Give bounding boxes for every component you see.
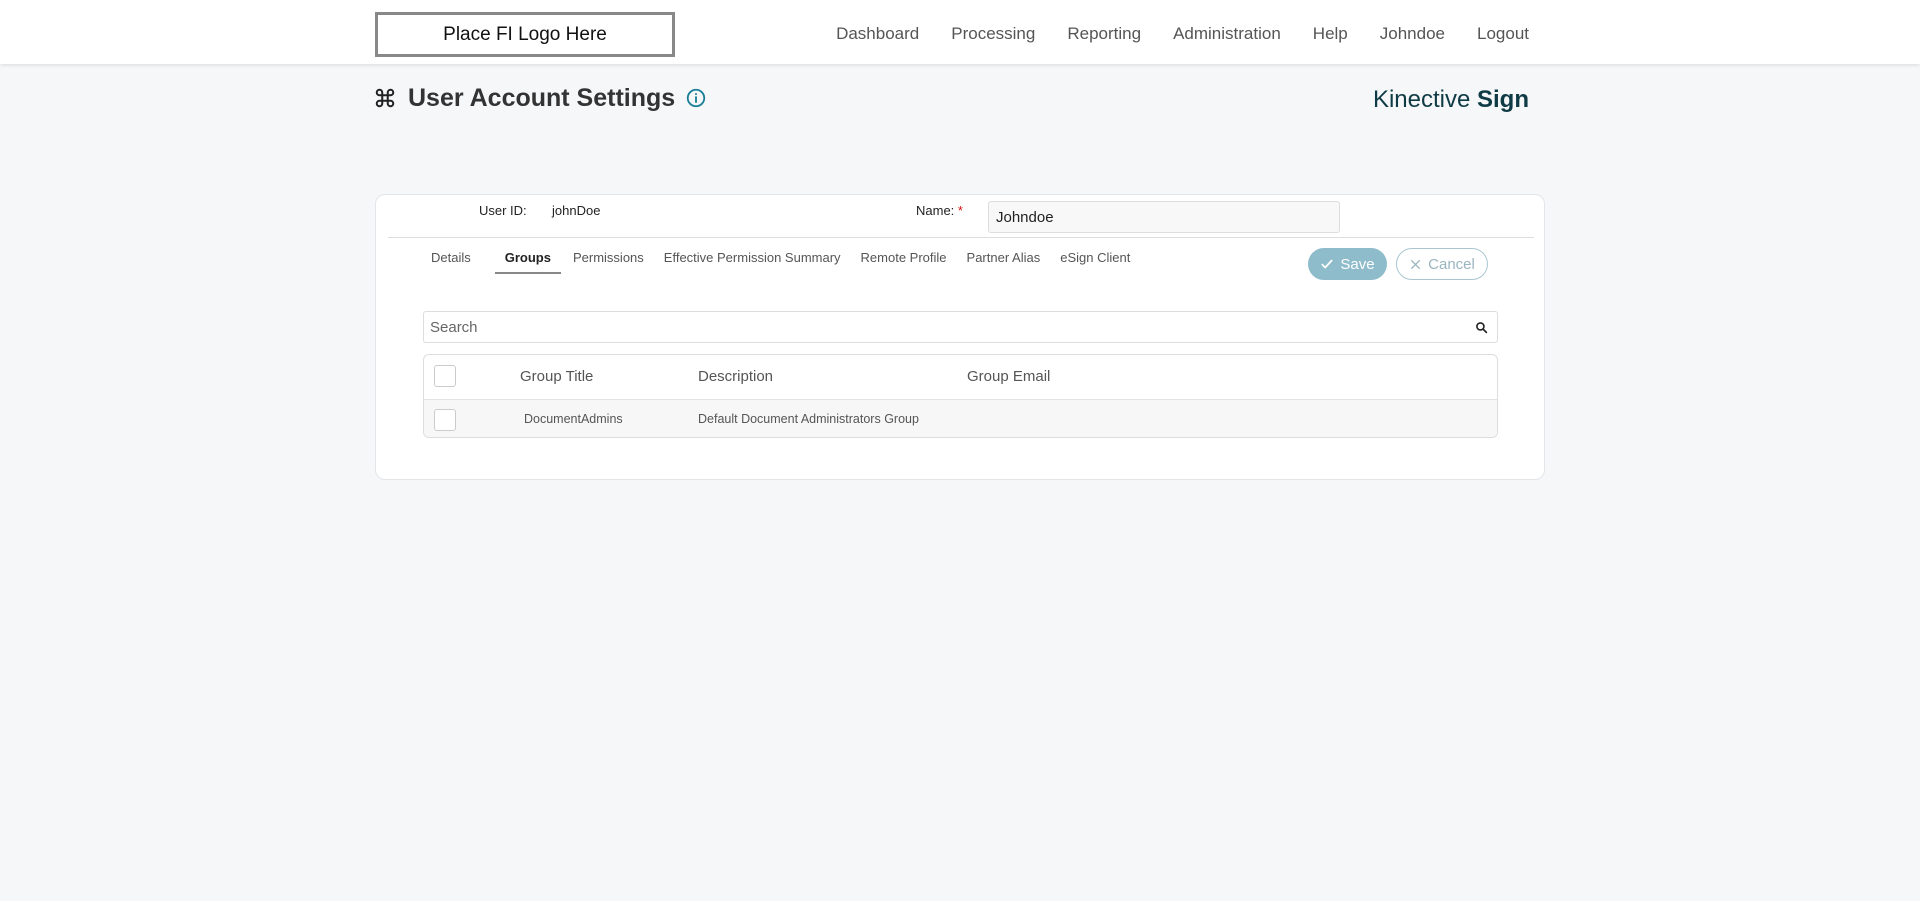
- column-header-group-title[interactable]: Group Title: [520, 368, 593, 385]
- required-marker: *: [957, 203, 963, 218]
- form-divider: [388, 237, 1534, 238]
- cancel-button-label: Cancel: [1428, 255, 1475, 273]
- kinective-sign-logo: Kinective Sign: [1373, 86, 1529, 114]
- check-icon: [1320, 257, 1334, 271]
- user-id-value: johnDoe: [552, 203, 601, 218]
- search-input[interactable]: [424, 312, 1497, 342]
- nav-help[interactable]: Help: [1313, 24, 1348, 44]
- tab-permissions[interactable]: Permissions: [563, 250, 654, 273]
- command-key-icon: [374, 87, 396, 109]
- top-navigation-bar: Place FI Logo Here Dashboard Processing …: [0, 0, 1920, 64]
- cell-description: Default Document Administrators Group: [698, 412, 919, 426]
- tab-partner-alias[interactable]: Partner Alias: [957, 250, 1051, 273]
- table-header: Group Title Description Group Email: [424, 355, 1497, 399]
- name-field[interactable]: [988, 201, 1340, 233]
- nav-user-menu[interactable]: Johndoe: [1380, 24, 1445, 44]
- name-label-text: Name:: [916, 203, 955, 218]
- column-header-group-email[interactable]: Group Email: [967, 368, 1050, 385]
- nav-reporting[interactable]: Reporting: [1067, 24, 1141, 44]
- row-checkbox[interactable]: [434, 409, 456, 431]
- user-settings-card: User ID: johnDoe Name: * Details Groups …: [375, 194, 1545, 480]
- fi-logo-placeholder[interactable]: Place FI Logo Here: [375, 12, 675, 57]
- brand-bold-text: Sign: [1477, 86, 1529, 113]
- save-button-label: Save: [1340, 255, 1375, 273]
- select-all-checkbox[interactable]: [434, 365, 456, 387]
- tab-details[interactable]: Details: [421, 250, 481, 273]
- close-icon: [1409, 258, 1422, 271]
- tab-remote-profile[interactable]: Remote Profile: [851, 250, 957, 273]
- name-label: Name: *: [916, 203, 963, 218]
- tab-effective-permission-summary[interactable]: Effective Permission Summary: [654, 250, 851, 273]
- user-id-label: User ID:: [479, 203, 527, 218]
- settings-tabs: Details Groups Permissions Effective Per…: [421, 250, 1140, 274]
- table-row[interactable]: DocumentAdmins Default Document Administ…: [424, 399, 1497, 437]
- info-icon[interactable]: [685, 87, 707, 109]
- column-header-description[interactable]: Description: [698, 368, 773, 385]
- page-title: User Account Settings: [408, 83, 676, 112]
- search-icon[interactable]: [1475, 321, 1488, 334]
- nav-dashboard[interactable]: Dashboard: [836, 24, 919, 44]
- cancel-button[interactable]: Cancel: [1396, 248, 1488, 280]
- cell-group-title: DocumentAdmins: [524, 412, 623, 426]
- page-title-row: User Account Settings: [374, 82, 707, 114]
- groups-table: Group Title Description Group Email Docu…: [423, 354, 1498, 438]
- brand-light-text: Kinective: [1372, 86, 1471, 113]
- nav-administration[interactable]: Administration: [1173, 24, 1281, 44]
- main-nav: Dashboard Processing Reporting Administr…: [836, 0, 1529, 68]
- save-button[interactable]: Save: [1308, 248, 1387, 280]
- tab-groups[interactable]: Groups: [494, 250, 562, 274]
- tab-esign-client[interactable]: eSign Client: [1050, 250, 1140, 273]
- nav-logout[interactable]: Logout: [1477, 24, 1529, 44]
- nav-processing[interactable]: Processing: [951, 24, 1035, 44]
- group-search: [423, 311, 1498, 343]
